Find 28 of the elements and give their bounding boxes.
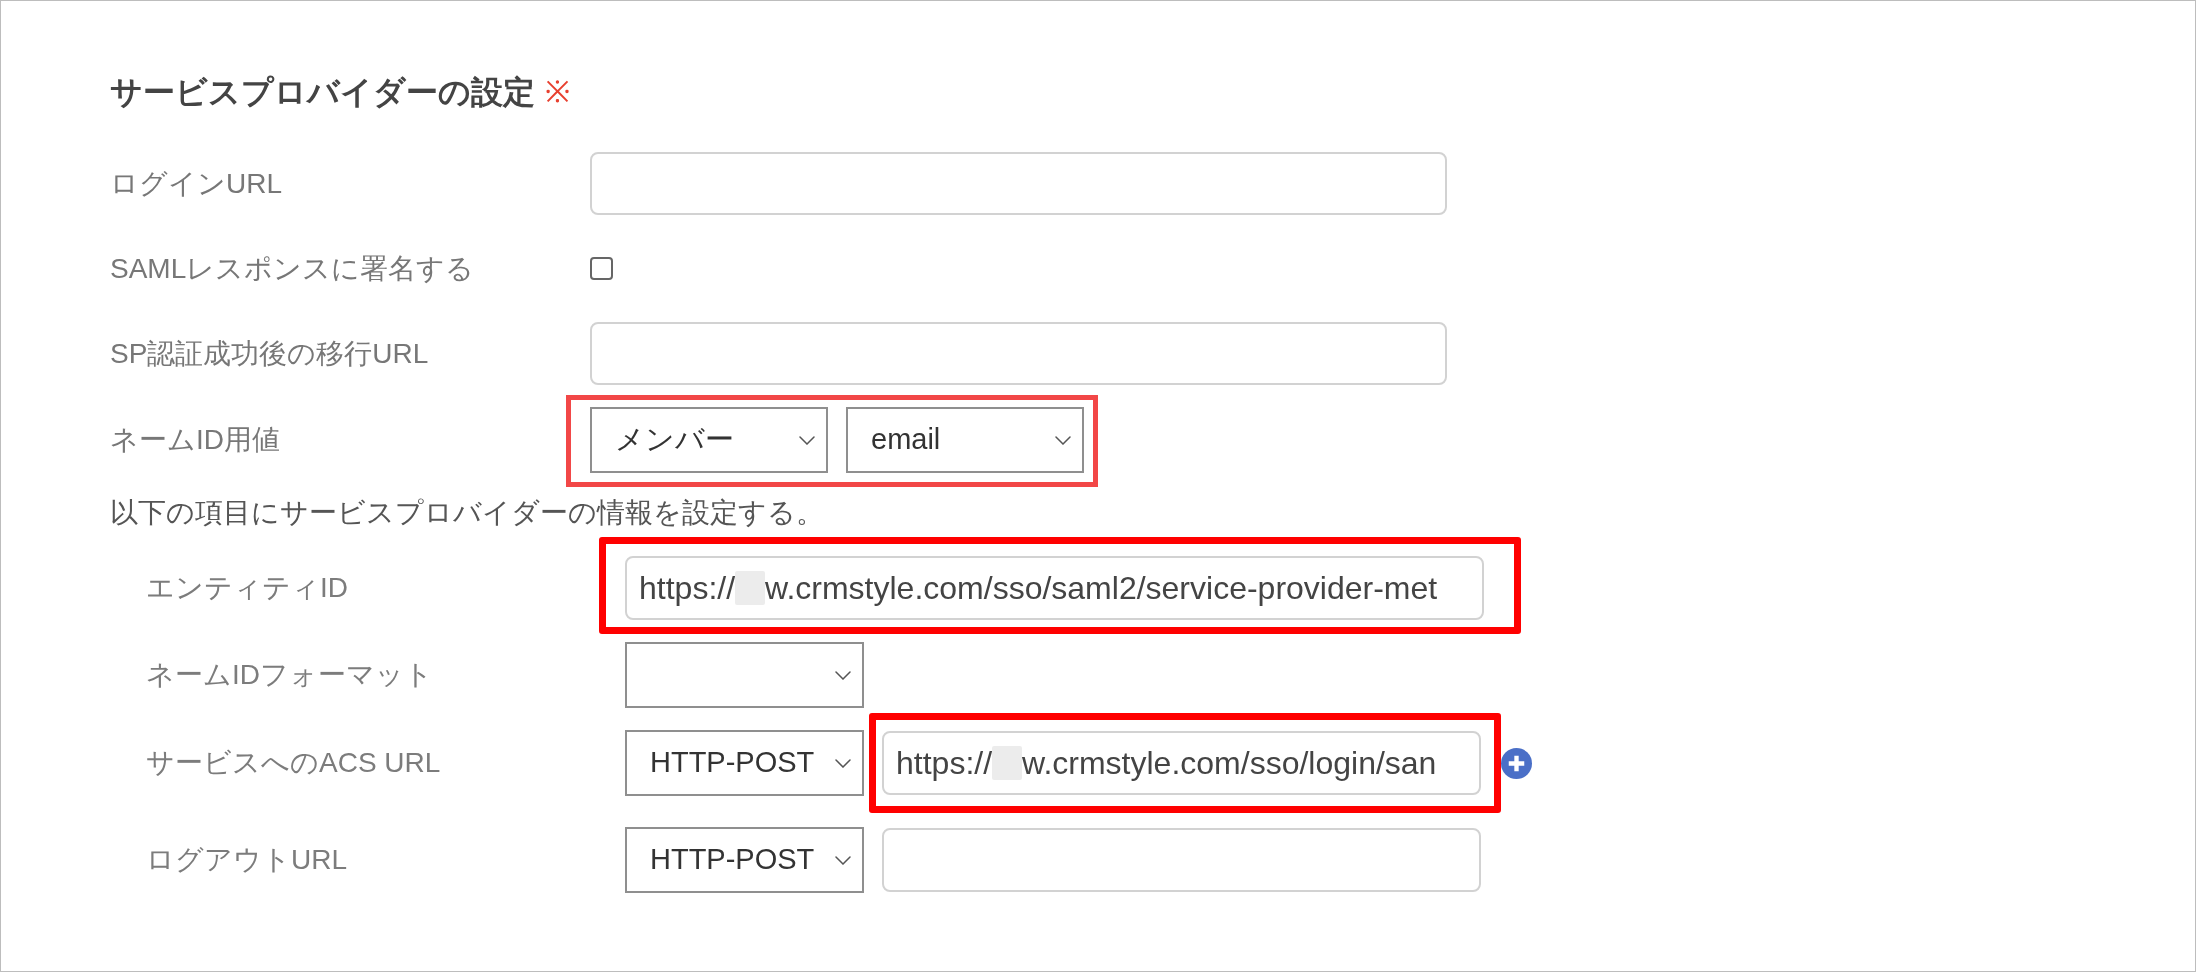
- field-label: エンティティID: [146, 571, 349, 605]
- text-field[interactable]: [590, 152, 1447, 215]
- chevron-down-icon: [835, 758, 851, 768]
- plus-circle-icon[interactable]: [1501, 747, 1532, 779]
- field-label: ネームID用値: [110, 423, 281, 457]
- field-label: ログインURL: [110, 166, 283, 201]
- chevron-down-icon: [1055, 435, 1071, 445]
- text-field[interactable]: https:// w.crmstyle.com/sso/saml2/service-provider-met: [625, 556, 1484, 620]
- section-note: 以下の項目にサービスプロバイダーの情報を設定する。: [110, 496, 824, 530]
- field-label: ネームIDフォーマット: [146, 658, 434, 692]
- dropdown[interactable]: HTTP-POST: [625, 730, 864, 796]
- text-field[interactable]: [590, 322, 1447, 385]
- dropdown[interactable]: メンバー: [590, 407, 828, 473]
- field-label: ログアウトURL: [146, 843, 348, 877]
- text-field[interactable]: [882, 828, 1481, 892]
- text-field[interactable]: https:// w.crmstyle.com/sso/login/san: [882, 731, 1481, 795]
- chevron-down-icon: [835, 670, 851, 680]
- dropdown[interactable]: email: [846, 407, 1084, 473]
- checkbox[interactable]: [590, 257, 613, 280]
- field-label: SAMLレスポンスに署名する: [110, 251, 476, 286]
- dropdown[interactable]: HTTP-POST: [625, 827, 864, 893]
- chevron-down-icon: [799, 435, 815, 445]
- field-label: サービスへのACS URL: [146, 746, 442, 780]
- dropdown[interactable]: [625, 642, 864, 708]
- section-title: サービスプロバイダーの設定: [110, 74, 535, 110]
- field-label: SP認証成功後の移行URL: [110, 336, 430, 371]
- required-mark: ※: [545, 74, 570, 110]
- chevron-down-icon: [835, 855, 851, 865]
